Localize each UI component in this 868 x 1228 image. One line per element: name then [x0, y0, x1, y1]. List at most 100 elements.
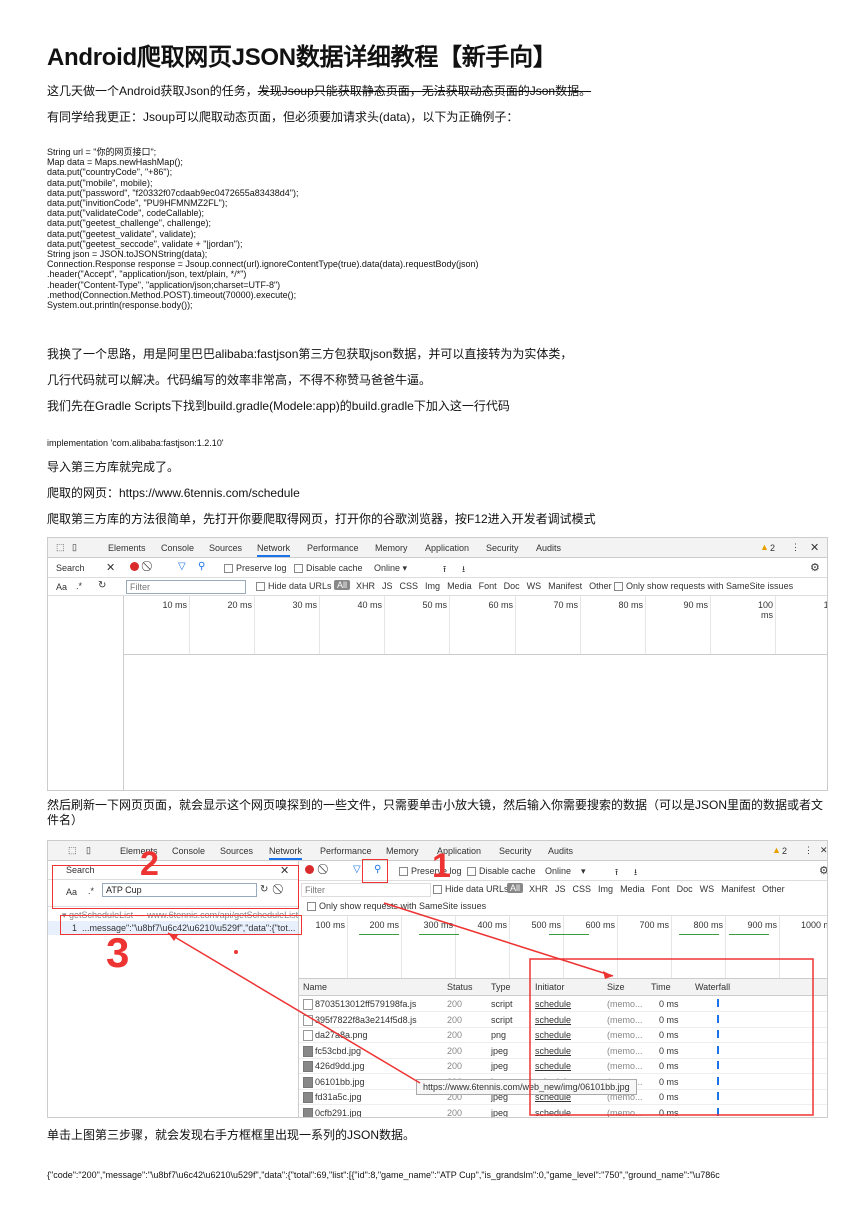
code-line: data.put("validateCode", codeCallable);: [47, 208, 204, 219]
devtools-screenshot-2: ⬚ ▯ Elements Console Sources Network Per…: [47, 840, 828, 1118]
timeline-gridline: [775, 596, 776, 654]
timeline-tick-label: 10 ms: [162, 600, 187, 610]
tab-security[interactable]: Security: [486, 543, 519, 553]
correction-paragraph: 有同学给我更正：Jsoup可以爬取动态页面，但必须要加请求头(data)，以下为…: [47, 110, 519, 124]
paragraph-json-appears: 单击上图第三步骤，就会发现右手方框框里出现一系列的JSON数据。: [47, 1128, 416, 1142]
type-filter-media[interactable]: Media: [447, 581, 472, 591]
inspect-icon[interactable]: ⬚: [56, 542, 65, 553]
code-line: data.put("geetest_validate", validate);: [47, 228, 196, 239]
disable-cache-checkbox[interactable]: Disable cache: [294, 563, 363, 574]
code-line: data.put("mobile", mobile);: [47, 177, 153, 188]
samesite-checkbox[interactable]: Only show requests with SameSite issues: [614, 581, 793, 592]
timeline-overview: 10 ms 20 ms 30 ms 40 ms 50 ms 60 ms 70 ms 80 ms…: [124, 596, 827, 655]
timeline-tick-label: 110: [823, 600, 828, 610]
record-icon[interactable]: [130, 562, 139, 573]
page-title: Android爬取网页JSON数据详细教程【新手向】: [47, 44, 557, 71]
type-filter-other[interactable]: Other: [589, 581, 612, 591]
timeline-gridline: [319, 596, 320, 654]
tab-audits[interactable]: Audits: [536, 543, 561, 553]
code-line: Map data = Maps.newHashMap();: [47, 157, 183, 168]
devtools-tabbar: ⬚ ▯ Elements Console Sources Network Per…: [48, 538, 827, 558]
regex-button[interactable]: .*: [76, 581, 82, 591]
export-icon[interactable]: ⭳: [462, 562, 465, 578]
filter-icon[interactable]: ▽: [178, 561, 186, 572]
paragraph-target-url: 爬取的网页：https://www.6tennis.com/schedule: [47, 486, 300, 500]
close-icon[interactable]: ✕: [810, 541, 819, 554]
intro-paragraph: 这几天做一个Android获取Json的任务，发现Jsoup只能获取静态页面，无…: [47, 84, 591, 99]
tab-elements[interactable]: Elements: [108, 543, 146, 553]
paragraph-import-done: 导入第三方库就完成了。: [47, 460, 180, 474]
timeline-gridline: [515, 596, 516, 654]
gradle-implementation-line: implementation 'com.alibaba:fastjson:1.2…: [47, 438, 224, 448]
search-close-icon[interactable]: ✕: [106, 561, 115, 574]
paragraph-refresh-search-2: 件名）: [47, 813, 84, 827]
timeline-tick-label: 80 ms: [618, 600, 643, 610]
timeline-gridline: [254, 596, 255, 654]
tab-console[interactable]: Console: [161, 543, 194, 553]
code-block: String url = "你的网页接口"; Map data = Maps.ne…: [47, 147, 479, 310]
json-output-line: {"code":"200","message":"\u8bf7\u6c42\u6…: [47, 1170, 720, 1180]
paragraph-efficiency: 几行代码就可以解决。代码编写的效率非常高，不得不称赞马爸爸牛逼。: [47, 373, 432, 387]
search-panel-tab[interactable]: Search: [56, 563, 85, 573]
search-icon[interactable]: ⚲: [198, 561, 205, 572]
code-line: System.out.println(response.body());: [47, 300, 193, 311]
timeline-gridline: [645, 596, 646, 654]
type-filters[interactable]: XHR JS CSS Img Media Font Doc WS Manifest Other: [356, 581, 619, 591]
code-line: .header("Accept", "application/json, tex…: [47, 269, 247, 280]
type-filter-ws[interactable]: WS: [527, 581, 542, 591]
paragraph-refresh-search-1: 然后刷新一下网页页面，就会显示这个网页嗅探到的一些文件，只需要单击小放大镜，然后…: [47, 798, 824, 812]
import-icon[interactable]: ⭱: [443, 562, 446, 578]
paragraph-fastjson: 我换了一个思路，用是阿里巴巴alibaba:fastjson第三方包获取json…: [47, 347, 573, 361]
code-line: data.put("invitionCode", "PU9HFMNMZ2FL")…: [47, 198, 228, 209]
type-filter-img[interactable]: Img: [425, 581, 440, 591]
intro-text: 这几天做一个Android获取Json的任务，: [47, 84, 258, 98]
timeline-gridline: [189, 596, 190, 654]
type-filter-font[interactable]: Font: [479, 581, 497, 591]
timeline-gridline: [449, 596, 450, 654]
filter-input[interactable]: Filter: [126, 580, 246, 594]
code-line: .method(Connection.Method.POST).timeout(…: [47, 289, 297, 300]
intro-strikethrough-text: 发现Jsoup只能获取静态页面，无法获取动态页面的Json数据。: [257, 84, 592, 98]
timeline-tick-label: 60 ms: [488, 600, 513, 610]
type-all-button[interactable]: All: [334, 580, 351, 590]
timeline-tick-label: 30 ms: [292, 600, 317, 610]
timeline-tick-label: 90 ms: [683, 600, 708, 610]
match-case-button[interactable]: Aa: [56, 582, 67, 592]
search-results-pane: [48, 596, 124, 790]
timeline-gridline: [710, 596, 711, 654]
tab-performance[interactable]: Performance: [307, 543, 359, 553]
type-filter-manifest[interactable]: Manifest: [548, 581, 582, 591]
code-line: Connection.Response response = Jsoup.con…: [47, 259, 479, 270]
timeline-tick-label: 20 ms: [227, 600, 252, 610]
type-filter-css[interactable]: CSS: [400, 581, 419, 591]
tab-application[interactable]: Application: [425, 543, 469, 553]
type-filter-js[interactable]: JS: [382, 581, 393, 591]
timeline-tick-label: 50 ms: [422, 600, 447, 610]
paragraph-gradle: 我们先在Gradle Scripts下找到build.gradle(Modele…: [47, 399, 510, 413]
type-filter-xhr[interactable]: XHR: [356, 581, 375, 591]
type-filter-doc[interactable]: Doc: [504, 581, 520, 591]
settings-gear-icon[interactable]: ⚙: [810, 561, 820, 574]
device-toggle-icon[interactable]: ▯: [72, 542, 77, 553]
more-menu-icon[interactable]: ⋮: [791, 542, 800, 553]
throttle-select[interactable]: Online ▾: [374, 563, 407, 574]
code-line: data.put("geetest_seccode", validate + "…: [47, 238, 243, 249]
tab-sources[interactable]: Sources: [209, 543, 242, 553]
code-line: data.put("geetest_challenge", challenge)…: [47, 218, 212, 229]
warning-icon[interactable]: ▲: [760, 542, 769, 552]
hide-data-urls-checkbox[interactable]: Hide data URLs: [256, 581, 332, 592]
tab-memory[interactable]: Memory: [375, 543, 408, 553]
preserve-log-checkbox[interactable]: Preserve log: [224, 563, 287, 574]
filter-bar: Aa .* ↻ Filter Hide data URLs All XHR JS C…: [48, 578, 827, 596]
code-line: data.put("password", "f20332f07cdaab9ec0…: [47, 187, 299, 198]
refresh-icon[interactable]: ↻: [98, 580, 106, 591]
tab-network[interactable]: Network: [257, 543, 291, 557]
warning-count: 2: [770, 543, 776, 553]
timeline-gridline: [580, 596, 581, 654]
code-line: .header("Content-Type", "application/jso…: [47, 279, 281, 290]
network-toolbar: Search ✕ ⃠ ▽ ⚲ Preserve log Disable cach…: [48, 558, 827, 578]
timeline-tick-label: 40 ms: [357, 600, 382, 610]
paragraph-open-devtools: 爬取第三方库的方法很简单，先打开你要爬取得网页，打开你的谷歌浏览器，按F12进入…: [47, 512, 596, 526]
code-line: String url = "你的网页接口";: [47, 147, 157, 157]
timeline-gridline: [384, 596, 385, 654]
